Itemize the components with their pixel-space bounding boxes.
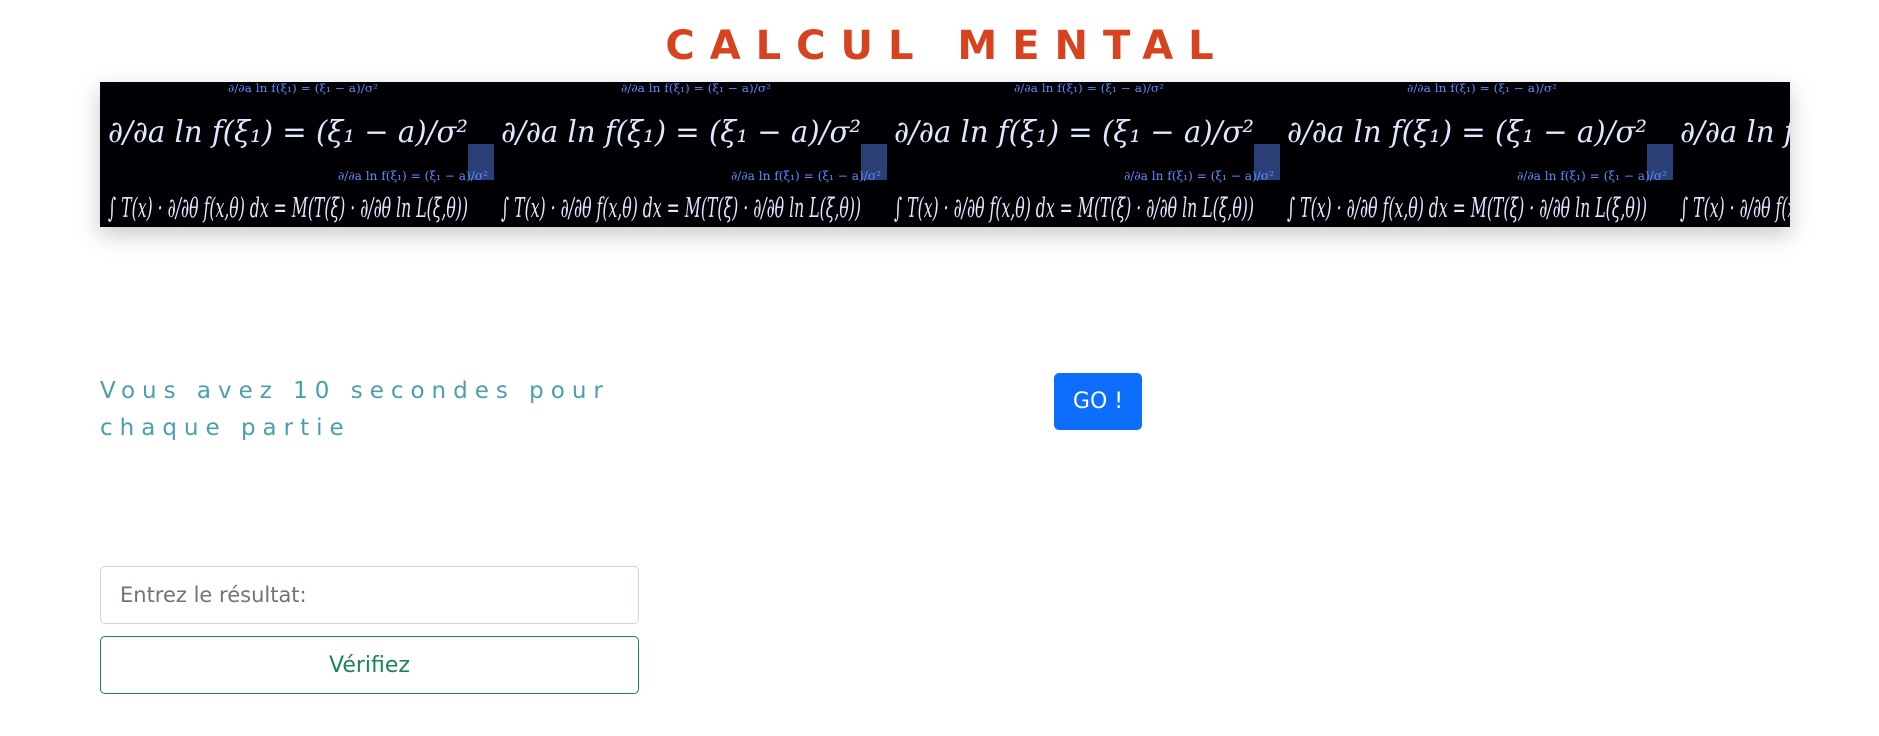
formula-glow-mark: [861, 144, 887, 180]
formula-text: ∂/∂a ln f(ξ₁) = (ξ₁ − a)/σ²: [621, 82, 771, 95]
formula-text: ∫ T(x) · ∂/∂θ f(x,θ) dx = M(T(ξ) · ∂/∂θ …: [1680, 193, 1790, 224]
formula-text: ∂/∂a ln f(ξ₁) = (ξ₁ − a)/σ²: [1124, 169, 1274, 183]
page-title: CALCUL MENTAL: [665, 23, 1229, 69]
formula-text: ∫ T(x) · ∂/∂θ f(x,θ) dx = M(T(ξ) · ∂/∂θ …: [894, 193, 1254, 224]
formula-text: ∂/∂a ln f(ξ₁) = (ξ₁ − a)/σ²: [228, 82, 378, 95]
formula-text: ∂/∂a ln f(ξ₁) = (ξ₁ − a)/σ²: [731, 169, 881, 183]
math-formula-banner: ∂/∂a ln f(ξ₁) = (ξ₁ − a)/σ² ∫ T(x) · ∂/∂θ…: [100, 82, 1790, 227]
time-limit-instructions: Vous avez 10 secondes pour chaque partie: [100, 378, 610, 441]
math-formula-banner-image: ∂/∂a ln f(ξ₁) = (ξ₁ − a)/σ² ∫ T(x) · ∂/∂θ…: [100, 82, 1790, 227]
result-input[interactable]: [100, 566, 639, 624]
formula-text: ∂/∂a ln f(ξ₁) = (ξ₁ − a)/σ²: [108, 115, 468, 150]
formula-glow-mark: [468, 144, 494, 180]
formula-text: ∫ T(x) · ∂/∂θ f(x,θ) dx = M(T(ξ) · ∂/∂θ …: [1287, 193, 1647, 224]
formula-text: ∂/∂a ln f(ξ₁) = (ξ₁ − a)/σ²: [1517, 169, 1667, 183]
formula-text: ∂/∂a ln f(ξ₁) = (ξ₁ − a)/σ²: [1407, 82, 1557, 95]
formula-text: ∂/∂a ln f(ξ₁) = (ξ₁ − a)/σ²: [1287, 115, 1647, 150]
formula-glow-mark: [1647, 144, 1673, 180]
formula-text: ∂/∂a ln f(ξ₁) = (ξ₁ − a)/σ²: [894, 115, 1254, 150]
formula-text: ∂/∂a ln f(ξ₁) = (ξ₁ − a)/σ²: [338, 169, 488, 183]
formula-text: ∫ T(x) · ∂/∂θ f(x,θ) dx = M(T(ξ) · ∂/∂θ …: [501, 193, 861, 224]
verify-button[interactable]: Vérifiez: [100, 636, 639, 694]
formula-text: ∂/∂a ln f(ξ₁) = (ξ₁ − a)/σ²: [501, 115, 861, 150]
go-button[interactable]: GO !: [1054, 373, 1142, 430]
formula-text: ∫ T(x) · ∂/∂θ f(x,θ) dx = M(T(ξ) · ∂/∂θ …: [108, 193, 468, 224]
formula-glow-mark: [1254, 144, 1280, 180]
formula-text: ∂/∂a ln f(ξ₁) = (ξ₁ − a)/σ²: [1014, 82, 1164, 95]
formula-text: ∂/∂a ln f(ξ₁) = (ξ₁ − a)/σ²: [1680, 115, 1790, 150]
